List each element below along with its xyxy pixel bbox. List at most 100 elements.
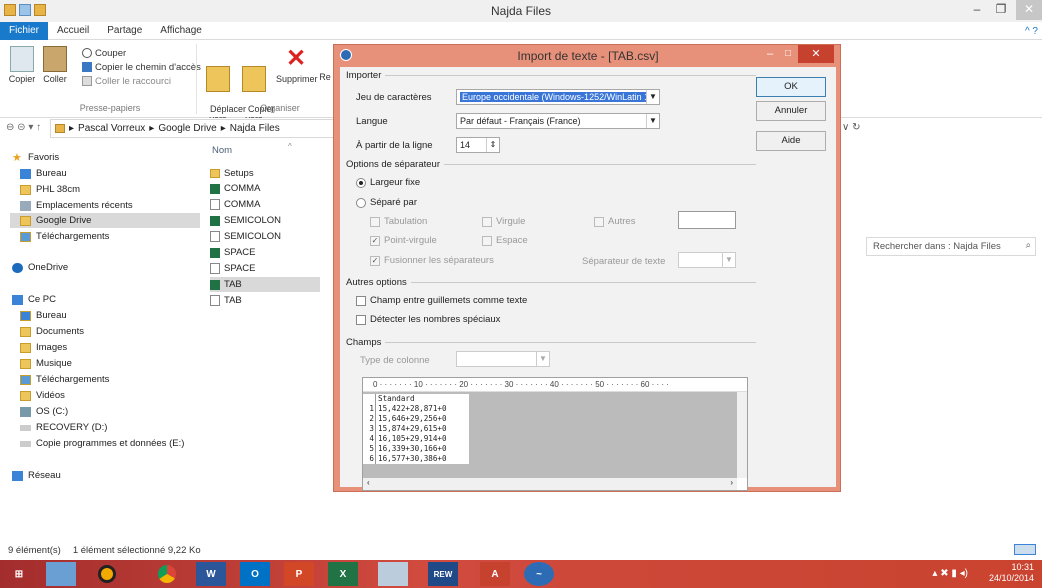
delete-button[interactable]: ✕ Supprimer: [276, 46, 318, 85]
file-row[interactable]: SPACE: [210, 245, 320, 260]
help-button[interactable]: Aide: [756, 131, 826, 151]
file-row-selected[interactable]: TAB: [210, 277, 320, 292]
table-row: 5 16,339+30,166+0: [363, 444, 469, 454]
tab-partage[interactable]: Partage: [98, 22, 151, 40]
scroll-right-icon[interactable]: ›: [730, 478, 733, 487]
file-row[interactable]: SEMICOLON: [210, 229, 320, 244]
minimize-button[interactable]: –: [964, 0, 990, 20]
column-header-name[interactable]: Nom: [212, 145, 232, 156]
nav-item[interactable]: Téléchargements: [20, 229, 109, 244]
rename-button[interactable]: Re: [318, 72, 332, 82]
dialog-maximize-button[interactable]: □: [780, 45, 796, 63]
paste-shortcut-button[interactable]: Coller le raccourci: [82, 74, 201, 88]
chrome-icon[interactable]: [152, 562, 182, 586]
refresh-icon[interactable]: ∨ ↻: [842, 122, 860, 133]
checkbox-others[interactable]: Autres: [594, 216, 635, 227]
back-icon[interactable]: ⊖ ⊝ ▾ ↑: [6, 122, 41, 133]
app-icon[interactable]: [92, 562, 122, 586]
file-row[interactable]: COMMA: [210, 181, 320, 196]
tab-accueil[interactable]: Accueil: [48, 22, 98, 40]
column-type-select[interactable]: ▼: [456, 351, 550, 367]
nav-item[interactable]: RECOVERY (D:): [20, 420, 107, 435]
clock[interactable]: 10:31 24/10/2014: [989, 562, 1034, 584]
section-separator-options: Options de séparateur: [346, 159, 756, 170]
tab-fichier[interactable]: Fichier: [0, 22, 49, 40]
tab-affichage[interactable]: Affichage: [151, 22, 211, 40]
start-windows-icon[interactable]: ⊞: [4, 562, 34, 586]
dialog-close-button[interactable]: ✕: [798, 45, 834, 63]
nav-item[interactable]: Bureau: [20, 308, 67, 323]
cancel-button[interactable]: Annuler: [756, 101, 826, 121]
move-to-icon: [206, 66, 230, 92]
checkbox-tab[interactable]: Tabulation: [370, 216, 427, 227]
ok-button[interactable]: OK: [756, 77, 826, 97]
column-header[interactable]: Standard: [375, 394, 469, 404]
nav-favorites[interactable]: ★ Favoris: [12, 150, 59, 165]
search-input[interactable]: Rechercher dans : Najda Files ⌕: [866, 237, 1036, 256]
nav-item[interactable]: OS (C:): [20, 404, 68, 419]
maximize-button[interactable]: ❐: [988, 0, 1014, 20]
checkbox-detect-special-numbers[interactable]: Détecter les nombres spéciaux: [356, 314, 500, 325]
checkbox-quoted-as-text[interactable]: Champ entre guillemets comme texte: [356, 295, 527, 306]
checkbox-space[interactable]: Espace: [482, 235, 528, 246]
checkbox-semicolon[interactable]: ✓ Point-virgule: [370, 235, 437, 246]
file-row[interactable]: TAB: [210, 293, 320, 308]
libreoffice-icon[interactable]: ~: [524, 562, 554, 586]
excel-icon[interactable]: X: [328, 562, 358, 586]
close-button[interactable]: ✕: [1016, 0, 1042, 20]
window-app-icon[interactable]: [378, 562, 408, 586]
checkbox-comma[interactable]: Virgule: [482, 216, 525, 227]
table-row: 2 15,646+29,256+0: [363, 414, 469, 424]
acrobat-icon[interactable]: A: [480, 562, 510, 586]
cut-button[interactable]: Couper: [82, 46, 201, 60]
from-line-spinner[interactable]: 14 ⇕: [456, 137, 500, 153]
nav-item[interactable]: Téléchargements: [20, 372, 109, 387]
copy-button[interactable]: Copier: [6, 46, 38, 84]
file-row[interactable]: SPACE: [210, 261, 320, 276]
tray-icons[interactable]: ▴ ✖ ▮ ◂): [932, 568, 968, 579]
radio-fixed-width[interactable]: Largeur fixe: [356, 177, 420, 188]
radio-separated-by[interactable]: Séparé par: [356, 197, 417, 208]
paste-button[interactable]: Coller: [38, 46, 72, 84]
word-icon[interactable]: W: [196, 562, 226, 586]
nav-item[interactable]: Copie programmes et données (E:): [20, 436, 184, 451]
scroll-left-icon[interactable]: ‹: [367, 478, 370, 487]
nav-this-pc[interactable]: Ce PC: [12, 292, 56, 307]
help-icon[interactable]: ^ ?: [1025, 26, 1038, 37]
breadcrumb-item[interactable]: Google Drive: [158, 123, 216, 134]
nav-network[interactable]: Réseau: [12, 468, 61, 483]
file-row[interactable]: SEMICOLON: [210, 213, 320, 228]
dialog-body: Importer Jeu de caractères Europe occide…: [340, 67, 836, 491]
copy-path-button[interactable]: Copier le chemin d'accès: [82, 60, 201, 74]
view-toggle-icon[interactable]: [1014, 544, 1036, 555]
taskbar: ⊞ W O P X REW A ~ ▴ ✖ ▮ ◂) 10:31 24/10/2…: [0, 560, 1042, 588]
powerpoint-icon[interactable]: P: [284, 562, 314, 586]
nav-item[interactable]: Vidéos: [20, 388, 65, 403]
dialog-minimize-button[interactable]: –: [760, 45, 780, 63]
column-ruler[interactable]: 0 · · · · · · · 10 · · · · · · · 20 · · …: [363, 378, 747, 392]
language-select[interactable]: Par défaut - Français (France) ▼: [456, 113, 660, 129]
file-row[interactable]: COMMA: [210, 197, 320, 212]
vertical-scrollbar[interactable]: [737, 392, 747, 478]
breadcrumb-item[interactable]: Pascal Vorreux: [78, 123, 145, 134]
rew-icon[interactable]: REW: [428, 562, 458, 586]
nav-item-google-drive[interactable]: Google Drive: [10, 213, 200, 228]
nav-item[interactable]: Musique: [20, 356, 72, 371]
horizontal-scrollbar[interactable]: ‹ ›: [363, 478, 737, 490]
breadcrumb-item[interactable]: Najda Files: [230, 123, 280, 134]
nav-item[interactable]: Images: [20, 340, 67, 355]
nav-item[interactable]: Emplacements récents: [20, 198, 133, 213]
others-input[interactable]: [678, 211, 736, 229]
file-explorer-icon[interactable]: [46, 562, 76, 586]
nav-onedrive[interactable]: OneDrive: [12, 260, 68, 275]
checkbox-merge-separators[interactable]: ✓ Fusionner les séparateurs: [370, 255, 494, 266]
text-separator-select[interactable]: ▼: [678, 252, 736, 268]
file-row[interactable]: Setups: [210, 166, 320, 181]
excel-file-icon: [210, 247, 220, 258]
outlook-icon[interactable]: O: [240, 562, 270, 586]
nav-item[interactable]: Bureau: [20, 166, 67, 181]
preview-grid[interactable]: 0 · · · · · · · 10 · · · · · · · 20 · · …: [362, 377, 748, 491]
nav-item[interactable]: PHL 38cm: [20, 182, 80, 197]
charset-select[interactable]: Europe occidentale (Windows-1252/WinLati…: [456, 89, 660, 105]
nav-item[interactable]: Documents: [20, 324, 84, 339]
